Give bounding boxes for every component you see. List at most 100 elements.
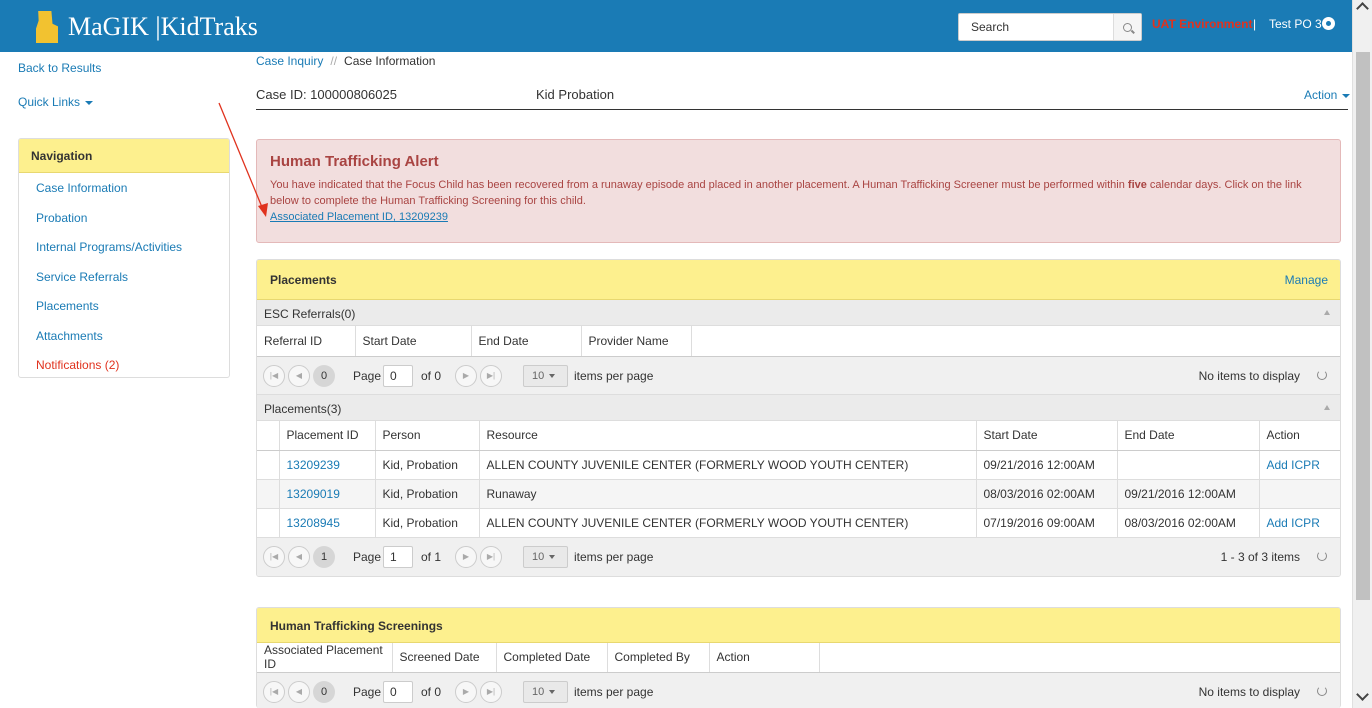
- placement-id-link[interactable]: 13209239: [279, 450, 376, 480]
- scroll-up-arrow-icon[interactable]: [1356, 2, 1369, 15]
- placement-id-link[interactable]: 13208945: [279, 508, 376, 538]
- row-expander: [257, 450, 280, 480]
- column-header-end-date[interactable]: End Date: [1117, 420, 1260, 451]
- current-page-number[interactable]: 1: [313, 546, 335, 568]
- placements-table: Placement ID Person Resource Start Date …: [257, 420, 1340, 538]
- indiana-state-logo-icon: [36, 11, 58, 43]
- previous-page-icon[interactable]: ◀: [288, 680, 310, 703]
- first-page-icon[interactable]: |◀: [263, 680, 285, 703]
- column-header-associated-placement-id[interactable]: Associated Placement ID: [257, 643, 393, 673]
- cell-end-date: [1117, 450, 1260, 480]
- column-header-start-date[interactable]: Start Date: [976, 420, 1118, 451]
- cell-resource: Runaway: [479, 479, 977, 509]
- page-number-input[interactable]: [383, 546, 413, 568]
- nav-item-attachments[interactable]: Attachments: [19, 321, 229, 351]
- next-page-icon[interactable]: ▶: [455, 680, 477, 703]
- refresh-icon[interactable]: [1317, 551, 1327, 561]
- items-per-page-select[interactable]: 10: [523, 680, 568, 703]
- placements-panel: Placements Manage ESC Referrals(0) Refer…: [256, 259, 1341, 577]
- current-page-number[interactable]: 0: [313, 680, 335, 703]
- page-count-label: of 0: [421, 684, 442, 699]
- nav-item-internal-programs[interactable]: Internal Programs/Activities: [19, 232, 229, 262]
- column-header-person[interactable]: Person: [375, 420, 480, 451]
- alert-message: You have indicated that the Focus Child …: [270, 177, 1328, 209]
- alert-text-before: You have indicated that the Focus Child …: [270, 179, 1128, 191]
- search-input[interactable]: [959, 14, 1113, 40]
- items-per-page-label: items per page: [574, 368, 654, 383]
- page-number-input[interactable]: [383, 364, 413, 387]
- column-header-placement-id[interactable]: Placement ID: [279, 420, 376, 451]
- column-header-screened-date[interactable]: Screened Date: [392, 643, 497, 673]
- page-scrollbar[interactable]: [1352, 0, 1372, 708]
- column-header-action[interactable]: Action: [1259, 420, 1340, 451]
- items-per-page-select[interactable]: 10: [523, 364, 568, 387]
- manage-link[interactable]: Manage: [1285, 273, 1328, 287]
- collapse-up-icon[interactable]: [1324, 310, 1330, 315]
- nav-item-placements[interactable]: Placements: [19, 291, 229, 321]
- column-header-referral-id[interactable]: Referral ID: [257, 326, 356, 357]
- cell-end-date: 08/03/2016 02:00AM: [1117, 508, 1260, 538]
- last-page-icon[interactable]: ▶|: [480, 364, 502, 387]
- first-page-icon[interactable]: |◀: [263, 364, 285, 387]
- table-row: 13209019 Kid, Probation Runaway 08/03/20…: [257, 479, 1340, 509]
- column-header-action[interactable]: Action: [709, 643, 820, 673]
- next-page-icon[interactable]: ▶: [455, 364, 477, 387]
- quick-links-menu[interactable]: Quick Links: [18, 95, 94, 109]
- scroll-thumb[interactable]: [1356, 52, 1370, 600]
- placements-group[interactable]: Placements(3): [257, 394, 1340, 421]
- cell-start-date: 08/03/2016 02:00AM: [976, 479, 1118, 509]
- nav-item-service-referrals[interactable]: Service Referrals: [19, 262, 229, 292]
- previous-page-icon[interactable]: ◀: [288, 546, 310, 568]
- current-page-number[interactable]: 0: [313, 364, 335, 387]
- associated-placement-link[interactable]: Associated Placement ID, 13209239: [270, 211, 448, 223]
- user-menu[interactable]: Test PO 3: [1269, 17, 1322, 31]
- refresh-icon[interactable]: [1317, 685, 1327, 696]
- placement-id-link[interactable]: 13209019: [279, 479, 376, 509]
- breadcrumb: Case Inquiry // Case Information: [256, 54, 435, 68]
- cell-person: Kid, Probation: [375, 450, 480, 480]
- first-page-icon[interactable]: |◀: [263, 546, 285, 568]
- action-menu-label: Action: [1304, 88, 1338, 102]
- cell-action: [1259, 479, 1340, 509]
- add-icpr-link[interactable]: Add ICPR: [1259, 508, 1340, 538]
- case-action-menu[interactable]: Action: [1304, 88, 1351, 102]
- esc-referrals-table: Referral ID Start Date End Date Provider…: [257, 326, 1340, 357]
- column-header-completed-by[interactable]: Completed By: [607, 643, 710, 673]
- scroll-down-arrow-icon[interactable]: [1356, 688, 1369, 701]
- refresh-icon[interactable]: [1317, 369, 1327, 380]
- row-expander: [257, 508, 280, 538]
- collapse-up-icon[interactable]: [1324, 404, 1330, 410]
- page-number-input[interactable]: [383, 680, 413, 703]
- quick-links-label: Quick Links: [18, 95, 81, 109]
- nav-item-probation[interactable]: Probation: [19, 203, 229, 233]
- placements-panel-title: Placements: [270, 273, 337, 287]
- esc-referrals-group[interactable]: ESC Referrals(0): [257, 300, 1340, 326]
- nav-item-notifications[interactable]: Notifications (2): [19, 350, 229, 377]
- search-button[interactable]: [1113, 14, 1141, 40]
- breadcrumb-case-inquiry[interactable]: Case Inquiry: [256, 54, 323, 68]
- last-page-icon[interactable]: ▶|: [480, 546, 502, 568]
- column-header-provider-name[interactable]: Provider Name: [581, 326, 692, 357]
- dropdown-arrow-icon: [549, 689, 556, 694]
- items-per-page-select[interactable]: 10: [523, 546, 568, 568]
- app-brand[interactable]: MaGIK |KidTraks: [68, 12, 258, 42]
- next-page-icon[interactable]: ▶: [455, 546, 477, 568]
- screenings-panel-title: Human Trafficking Screenings: [270, 619, 443, 633]
- cell-start-date: 09/21/2016 12:00AM: [976, 450, 1118, 480]
- header-separator: |: [1253, 17, 1257, 31]
- column-header-completed-date[interactable]: Completed Date: [496, 643, 608, 673]
- column-header-start-date[interactable]: Start Date: [355, 326, 472, 357]
- add-icpr-link[interactable]: Add ICPR: [1259, 450, 1340, 480]
- column-header-resource[interactable]: Resource: [479, 420, 977, 451]
- nav-item-case-information[interactable]: Case Information: [19, 173, 229, 203]
- search-box: [958, 13, 1142, 41]
- screenings-table: Associated Placement ID Screened Date Co…: [257, 643, 1340, 673]
- back-to-results-link[interactable]: Back to Results: [18, 61, 101, 75]
- dropdown-arrow-icon: [549, 555, 556, 560]
- last-page-icon[interactable]: ▶|: [480, 680, 502, 703]
- gear-icon[interactable]: [1322, 17, 1335, 30]
- column-header-end-date[interactable]: End Date: [471, 326, 582, 357]
- search-icon: [1123, 22, 1132, 32]
- navigation-title: Navigation: [19, 139, 229, 173]
- previous-page-icon[interactable]: ◀: [288, 364, 310, 387]
